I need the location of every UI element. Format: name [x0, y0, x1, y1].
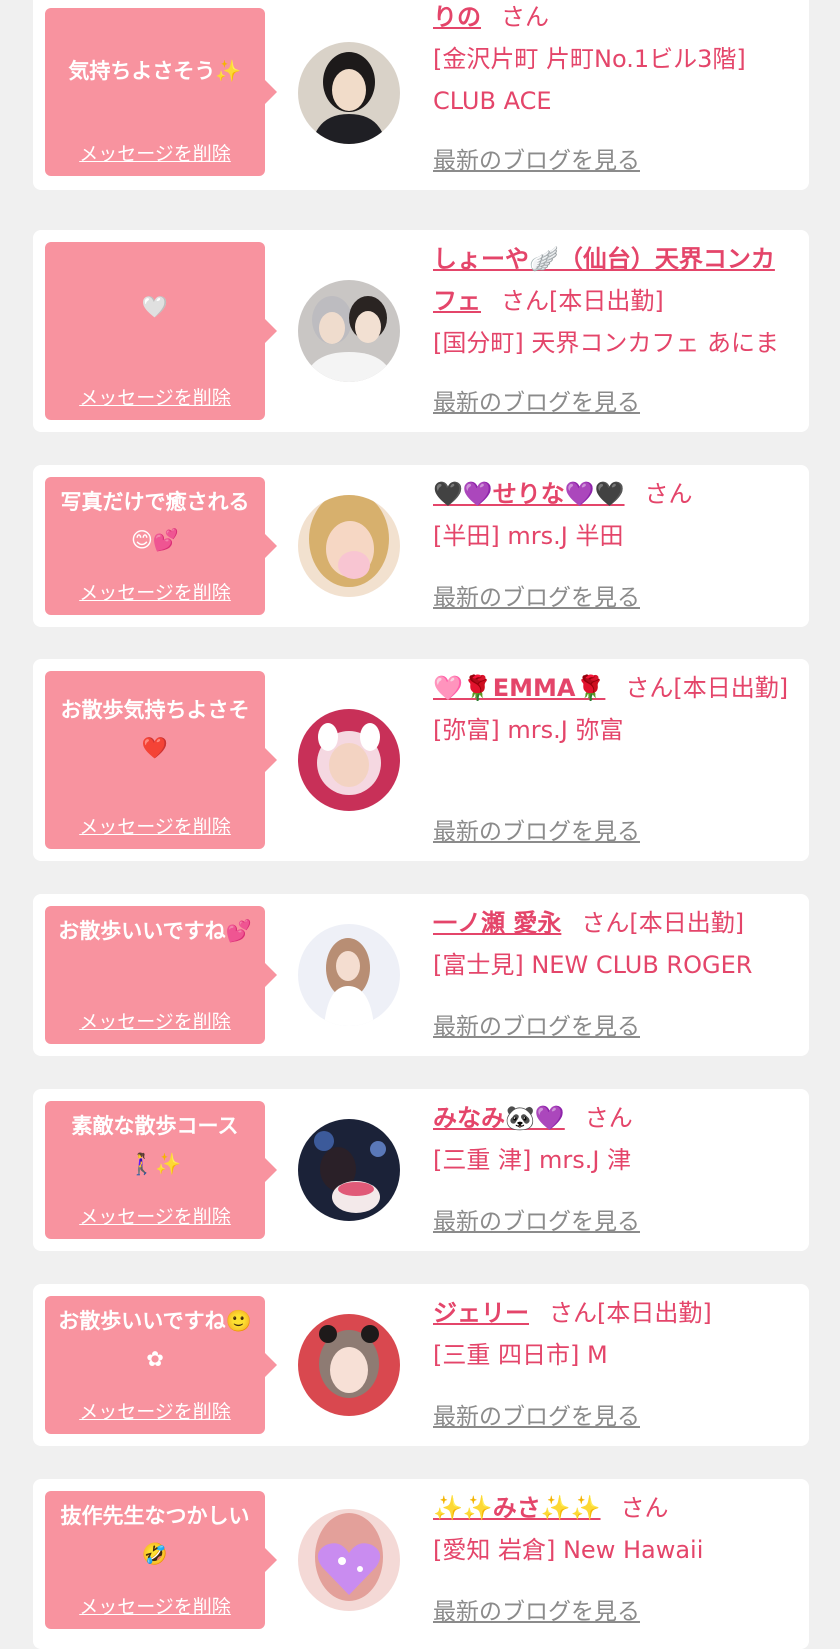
- user-name-link[interactable]: 🖤💜せりな💜🖤: [433, 480, 625, 508]
- list-item: 気持ちよさそう✨ メッセージを削除 りの さん [金沢片町 片町No.1ビル3階]…: [33, 0, 809, 190]
- list-item: 🤍 メッセージを削除 しょーや🪽（仙台）天界コンカフェ さん[本日出勤] [国分町…: [33, 230, 809, 432]
- delete-message-link[interactable]: メッセージを削除: [45, 1397, 265, 1424]
- user-suffix: さん[本日出勤]: [581, 909, 745, 937]
- user-info: 🖤💜せりな💜🖤 さん [半田] mrs.J 半田 最新のブログを見る: [433, 465, 797, 627]
- user-name-link[interactable]: ジェリー: [433, 1299, 529, 1327]
- user-suffix: さん: [501, 3, 549, 31]
- latest-blog-link[interactable]: 最新のブログを見る: [433, 1597, 640, 1627]
- store-location: [富士見] NEW CLUB ROGER: [433, 951, 753, 979]
- store-location: [三重 四日市] M: [433, 1341, 608, 1369]
- user-suffix: さん[本日出勤]: [549, 1299, 712, 1327]
- delete-message-link[interactable]: メッセージを削除: [45, 1592, 265, 1619]
- message-text: 抜作先生なつかしい🤣: [60, 1504, 250, 1566]
- list-item: お散歩いいですね🙂✿ メッセージを削除 ジェリー さん[本日出勤] [三重 四日市…: [33, 1284, 809, 1446]
- store-location: [国分町] 天界コンカフェ あにま: [433, 329, 779, 357]
- user-name-link[interactable]: みなみ🐼💜: [433, 1104, 565, 1132]
- two-people-selfie-avatar: [298, 280, 400, 382]
- store-location: [弥富] mrs.J 弥富: [433, 716, 624, 744]
- dark-hair-woman-avatar: [298, 42, 400, 144]
- delete-message-link[interactable]: メッセージを削除: [45, 812, 265, 839]
- message-text: お散歩気持ちよさそ❤️: [60, 698, 250, 760]
- avatar[interactable]: [298, 924, 400, 1026]
- latest-blog-link[interactable]: 最新のブログを見る: [433, 388, 640, 418]
- latest-blog-link[interactable]: 最新のブログを見る: [433, 146, 640, 176]
- white-dress-woman-avatar: [298, 924, 400, 1026]
- user-info: ✨✨みさ✨✨ さん [愛知 岩倉] New Hawaii 最新のブログを見る: [433, 1479, 797, 1641]
- user-suffix: さん[本日出勤]: [625, 674, 789, 702]
- latest-blog-link[interactable]: 最新のブログを見る: [433, 1012, 640, 1042]
- avatar[interactable]: [298, 42, 400, 144]
- message-bubble: 写真だけで癒される😊💕 メッセージを削除: [45, 477, 277, 615]
- blonde-woman-avatar: [298, 495, 400, 597]
- avatar[interactable]: [298, 1314, 400, 1416]
- avatar[interactable]: [298, 1119, 400, 1221]
- user-suffix: さん: [644, 480, 693, 508]
- message-bubble: お散歩気持ちよさそ❤️ メッセージを削除: [45, 671, 277, 849]
- avatar[interactable]: [298, 1509, 400, 1611]
- message-bubble: 抜作先生なつかしい🤣 メッセージを削除: [45, 1491, 277, 1629]
- message-list: 気持ちよさそう✨ メッセージを削除 りの さん [金沢片町 片町No.1ビル3階]…: [0, 0, 840, 1649]
- user-info: りの さん [金沢片町 片町No.1ビル3階] CLUB ACE 最新のブログを見…: [433, 0, 797, 190]
- avatar[interactable]: [298, 709, 400, 811]
- heart-sticker-avatar: [298, 1509, 400, 1611]
- user-info: 🩷🌹EMMA🌹 さん[本日出勤] [弥富] mrs.J 弥富 最新のブログを見る: [433, 659, 797, 861]
- message-bubble: 気持ちよさそう✨ メッセージを削除: [45, 8, 277, 176]
- store-location: [愛知 岩倉] New Hawaii: [433, 1536, 704, 1564]
- delete-message-link[interactable]: メッセージを削除: [45, 383, 265, 410]
- list-item: 素敵な散歩コース🚶‍♀️✨ メッセージを削除 みなみ🐼💜 さん [三重 津] mr…: [33, 1089, 809, 1251]
- user-info: しょーや🪽（仙台）天界コンカフェ さん[本日出勤] [国分町] 天界コンカフェ あ…: [433, 230, 797, 432]
- avatar[interactable]: [298, 495, 400, 597]
- latest-blog-link[interactable]: 最新のブログを見る: [433, 817, 640, 847]
- list-item: 写真だけで癒される😊💕 メッセージを削除 🖤💜せりな💜🖤 さん [半田] mrs.…: [33, 465, 809, 627]
- user-name-link[interactable]: 🩷🌹EMMA🌹: [433, 674, 605, 702]
- user-info: 一ノ瀬 愛永 さん[本日出勤] [富士見] NEW CLUB ROGER 最新のブ…: [433, 894, 797, 1056]
- message-text: お散歩いいですね💕: [58, 919, 252, 943]
- message-text: 素敵な散歩コース🚶‍♀️✨: [71, 1114, 239, 1176]
- pink-frame-avatar: [298, 709, 400, 811]
- latest-blog-link[interactable]: 最新のブログを見る: [433, 583, 640, 613]
- store-location: [半田] mrs.J 半田: [433, 522, 624, 550]
- latest-blog-link[interactable]: 最新のブログを見る: [433, 1207, 640, 1237]
- user-suffix: さん: [584, 1104, 633, 1132]
- message-bubble: 素敵な散歩コース🚶‍♀️✨ メッセージを削除: [45, 1101, 277, 1239]
- list-item: 抜作先生なつかしい🤣 メッセージを削除 ✨✨みさ✨✨ さん [愛知 岩倉] New…: [33, 1479, 809, 1649]
- message-text: 気持ちよさそう✨: [68, 59, 242, 83]
- user-info: ジェリー さん[本日出勤] [三重 四日市] M 最新のブログを見る: [433, 1284, 797, 1446]
- delete-message-link[interactable]: メッセージを削除: [45, 139, 265, 166]
- cake-night-avatar: [298, 1119, 400, 1221]
- message-text: 🤍: [141, 295, 169, 319]
- message-text: お散歩いいですね🙂✿: [58, 1309, 252, 1371]
- delete-message-link[interactable]: メッセージを削除: [45, 1007, 265, 1034]
- list-item: お散歩いいですね💕 メッセージを削除 一ノ瀬 愛永 さん[本日出勤] [富士見] …: [33, 894, 809, 1056]
- message-bubble: お散歩いいですね💕 メッセージを削除: [45, 906, 277, 1044]
- list-item: お散歩気持ちよさそ❤️ メッセージを削除 🩷🌹EMMA🌹 さん[本日出勤] [弥富…: [33, 659, 809, 861]
- user-suffix: さん[本日出勤]: [501, 287, 664, 315]
- red-bg-woman-avatar: [298, 1314, 400, 1416]
- user-name-link[interactable]: りの: [433, 3, 481, 31]
- message-bubble: お散歩いいですね🙂✿ メッセージを削除: [45, 1296, 277, 1434]
- user-name-link[interactable]: 一ノ瀬 愛永: [433, 909, 561, 937]
- message-bubble: 🤍 メッセージを削除: [45, 242, 277, 420]
- delete-message-link[interactable]: メッセージを削除: [45, 578, 265, 605]
- store-location: [三重 津] mrs.J 津: [433, 1146, 632, 1174]
- user-suffix: さん: [620, 1494, 669, 1522]
- message-text: 写真だけで癒される😊💕: [60, 490, 250, 552]
- store-location: [金沢片町 片町No.1ビル3階] CLUB ACE: [433, 45, 746, 115]
- user-name-link[interactable]: ✨✨みさ✨✨: [433, 1494, 601, 1522]
- user-info: みなみ🐼💜 さん [三重 津] mrs.J 津 最新のブログを見る: [433, 1089, 797, 1251]
- latest-blog-link[interactable]: 最新のブログを見る: [433, 1402, 640, 1432]
- avatar[interactable]: [298, 280, 400, 382]
- delete-message-link[interactable]: メッセージを削除: [45, 1202, 265, 1229]
